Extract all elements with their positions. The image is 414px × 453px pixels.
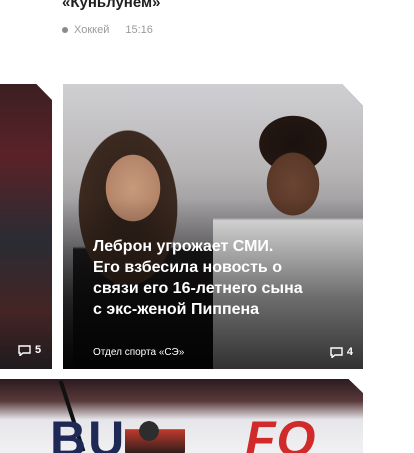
left-card-comments[interactable]: 5 [18, 344, 41, 356]
news-card-left[interactable] [0, 84, 52, 369]
news-item-meta: Хоккей 15:16 [62, 24, 153, 36]
news-item-time: 15:16 [125, 24, 153, 36]
photo-shade [63, 84, 363, 369]
left-card-comment-count: 5 [35, 344, 42, 356]
photo-banner-text-left: BU [50, 411, 127, 453]
card-comment-count: 4 [346, 346, 353, 358]
card-author[interactable]: Отдел спорта «СЭ» [93, 347, 184, 358]
news-card-bottom[interactable]: BU FO [0, 379, 363, 453]
category-dot-icon [62, 27, 68, 33]
news-item-category[interactable]: Хоккей [74, 24, 109, 36]
comment-bubble-icon [18, 344, 31, 356]
card-comments[interactable]: 4 [330, 346, 353, 358]
photo-player [125, 417, 185, 453]
card-headline[interactable]: Леброн угрожает СМИ. Его взбесила новост… [93, 236, 303, 320]
card-footer: Отдел спорта «СЭ» 4 [93, 346, 353, 358]
news-card-main[interactable]: Леброн угрожает СМИ. Его взбесила новост… [63, 84, 363, 369]
news-item-title[interactable]: «Куньлунем» [62, 0, 160, 11]
photo-banner-text-right: FO [245, 411, 317, 453]
comment-bubble-icon [330, 346, 343, 358]
